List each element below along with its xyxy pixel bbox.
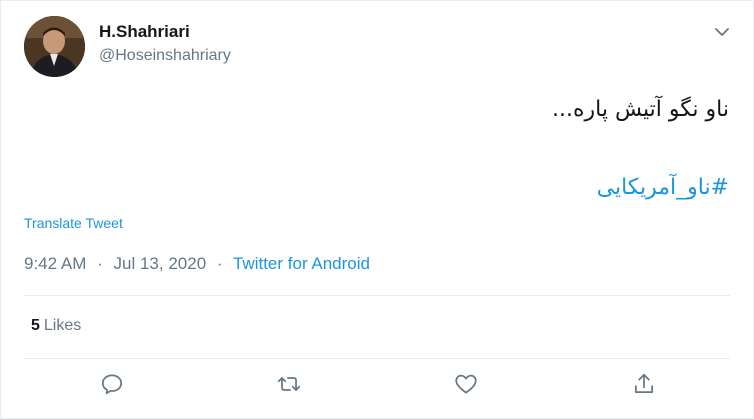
tweet-text: ناو نگو آتیش پاره... (552, 97, 729, 122)
tweet-time[interactable]: 9:42 AM (24, 254, 86, 273)
user-handle[interactable]: @Hoseinshahriary (99, 47, 231, 65)
display-name[interactable]: H.Shahriari (99, 22, 190, 42)
heart-icon[interactable] (453, 371, 483, 401)
meta-separator: · (97, 254, 103, 273)
chevron-down-icon[interactable] (711, 21, 733, 43)
meta-separator: · (216, 254, 223, 273)
divider (24, 295, 730, 296)
likes-count: 5 (31, 317, 40, 334)
retweet-icon[interactable] (276, 371, 306, 401)
tweet-metadata: 9:42 AM · Jul 13, 2020 · Twitter for And… (24, 254, 370, 274)
tweet-date[interactable]: Jul 13, 2020 (114, 254, 207, 273)
divider (24, 358, 730, 359)
share-icon[interactable] (631, 371, 661, 401)
likes-stat[interactable]: 5 Likes (31, 317, 81, 335)
action-bar (1, 371, 753, 407)
hashtag-link[interactable]: #ناو_آمریکایی (597, 175, 729, 200)
tweet-source-link[interactable]: Twitter for Android (233, 254, 370, 273)
tweet-card: H.Shahriari @Hoseinshahriary ناو نگو آتی… (0, 0, 754, 419)
translate-tweet-link[interactable]: Translate Tweet (24, 215, 123, 231)
reply-icon[interactable] (99, 371, 129, 401)
likes-label: Likes (43, 317, 82, 334)
avatar[interactable] (24, 16, 85, 77)
